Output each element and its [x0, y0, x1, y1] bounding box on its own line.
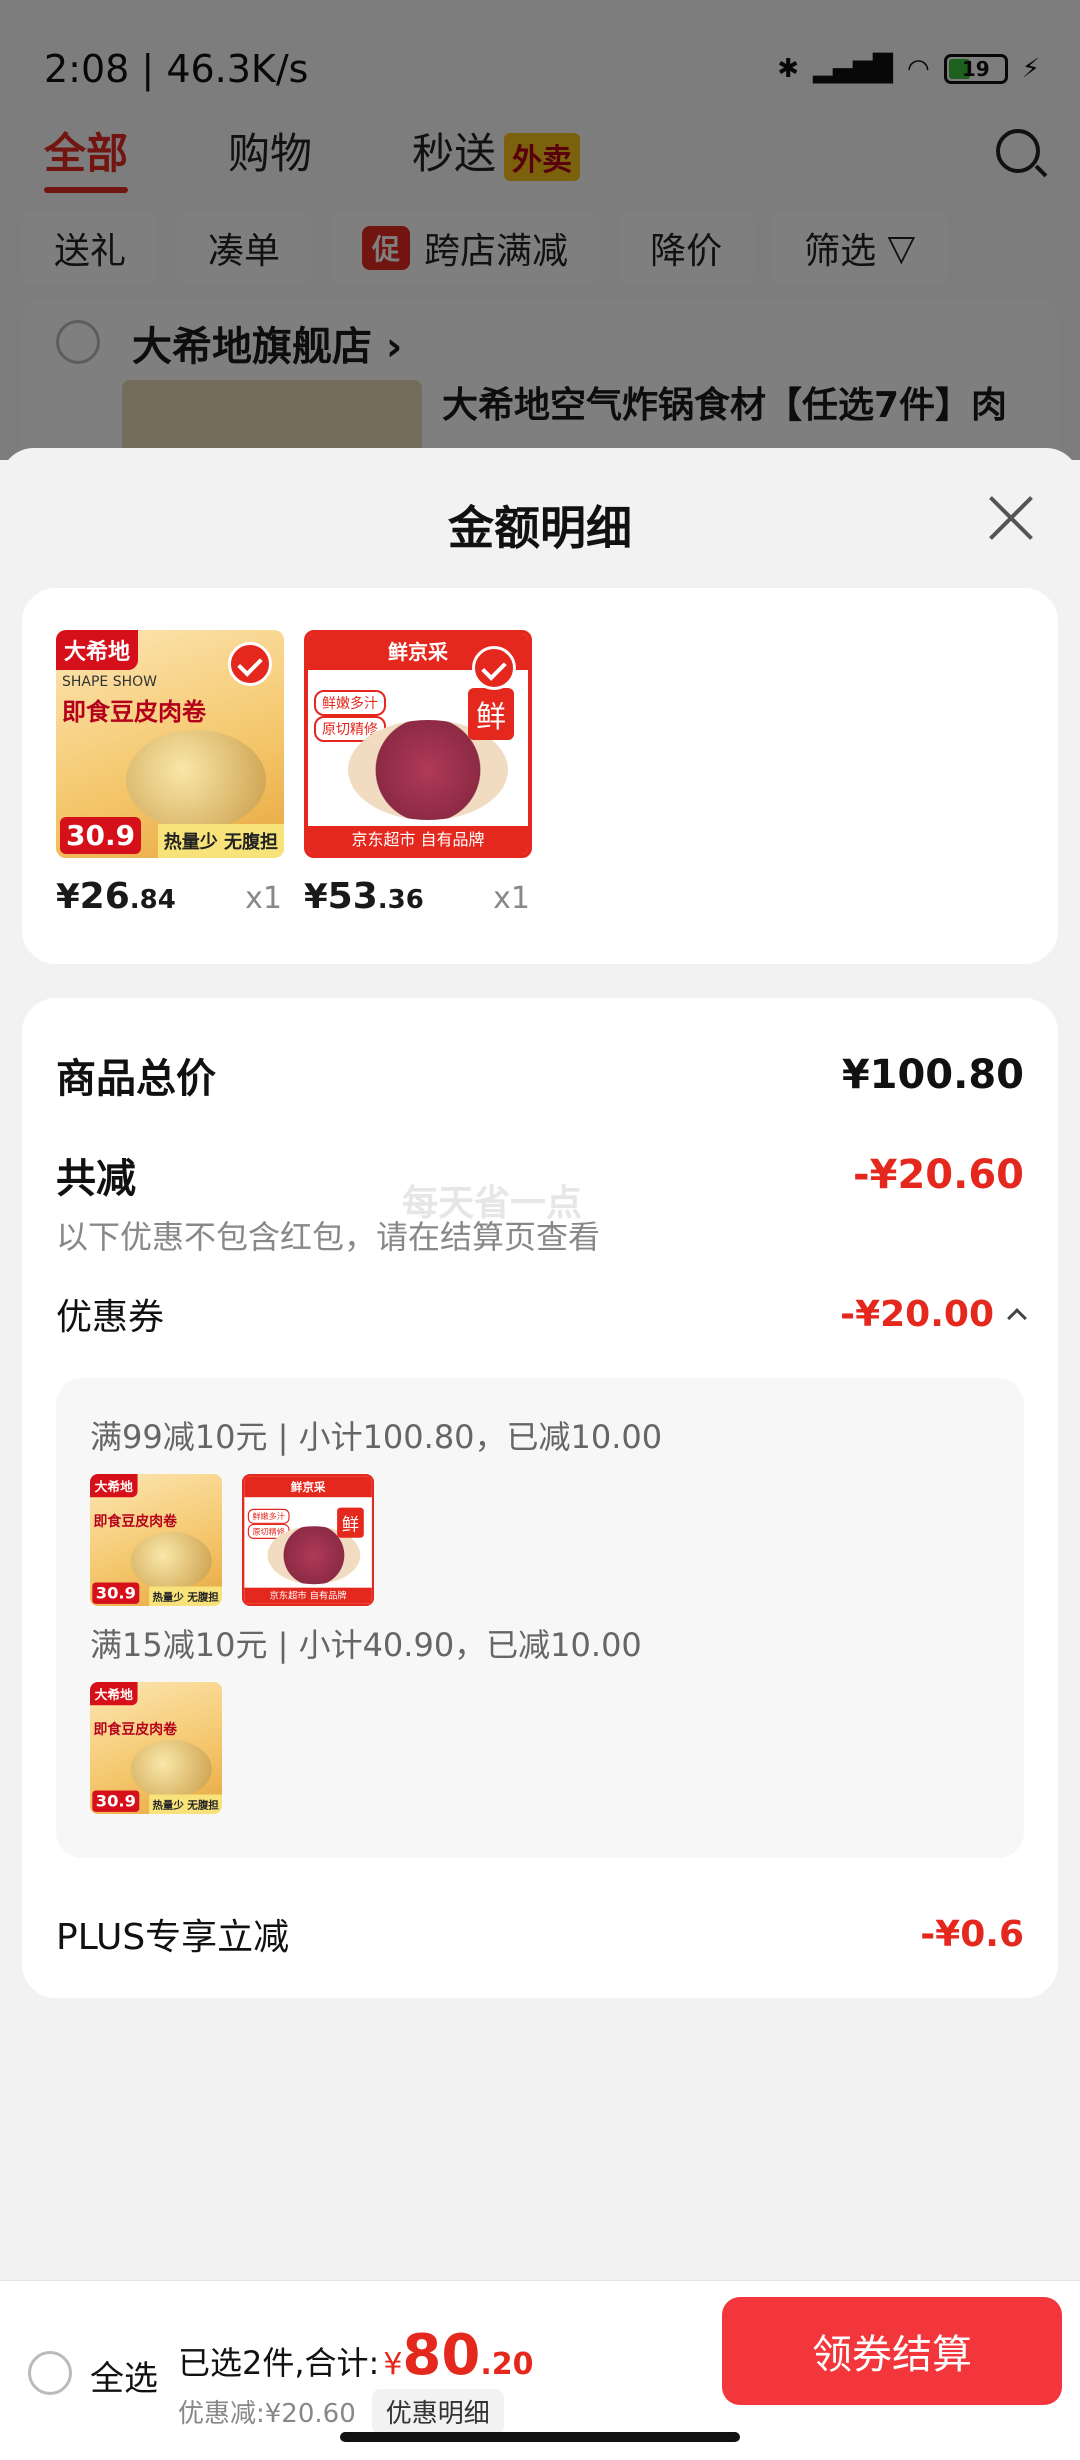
total-amount: 80 [402, 2323, 481, 2388]
coupon-value: -¥20.00 [840, 1293, 994, 1335]
discount-summary: 优惠减:¥20.60 优惠明细 [178, 2389, 504, 2434]
coupon-detail-line: 满15减10元 | 小计40.90，已减10.00 [90, 1626, 642, 1664]
chevron-up-icon [1007, 1308, 1027, 1328]
plus-label: PLUS专享立减 [56, 1917, 290, 1958]
coupon-row[interactable]: 优惠券 -¥20.00 [56, 1288, 1027, 1340]
product-image: 鲜京采 鲜嫩多汁 原切精修 鲜 京东超市 自有品牌 [304, 630, 532, 858]
close-icon[interactable] [986, 494, 1036, 544]
coupon-product-thumb: 鲜京采 鲜嫩多汁 原切精修 鲜 京东超市 自有品牌 [242, 1474, 374, 1606]
coupon-detail-box: 满99减10元 | 小计100.80，已减10.00 大希地 即食豆皮肉卷 30… [56, 1378, 1024, 1858]
product-qty: x1 [493, 881, 530, 916]
product-item[interactable]: 鲜京采 鲜嫩多汁 原切精修 鲜 京东超市 自有品牌 ¥ 53 .36 x1 [304, 630, 534, 917]
reduce-note: 以下优惠不包含红包，请在结算页查看 [56, 1218, 601, 1256]
sheet-title: 金额明细 [448, 501, 632, 555]
product-price: 53 [327, 876, 378, 917]
plus-value: -¥0.6 [920, 1913, 1024, 1955]
discount-detail-button[interactable]: 优惠明细 [371, 2389, 504, 2434]
reduce-label: 共减 [56, 1156, 136, 1202]
price-detail-card: 商品总价 ¥100.80 每天省一点 共减 -¥20.60 以下优惠不包含红包，… [22, 998, 1058, 1998]
total-value: ¥100.80 [841, 1052, 1024, 1098]
coupon-detail-line: 满99减10元 | 小计100.80，已减10.00 [90, 1418, 663, 1456]
product-image: 大希地 SHAPE SHOW 即食豆皮肉卷 30.9 热量少 无腹担 [56, 630, 284, 858]
amount-detail-sheet: 金额明细 大希地 SHAPE SHOW 即食豆皮肉卷 30.9 热量少 无腹担 … [0, 448, 1080, 2280]
products-card: 大希地 SHAPE SHOW 即食豆皮肉卷 30.9 热量少 无腹担 ¥ 26 … [22, 588, 1058, 964]
reduce-row: 共减 -¥20.60 [56, 1146, 1024, 1204]
checked-icon [228, 642, 272, 686]
home-indicator[interactable] [340, 2432, 740, 2442]
checkout-button[interactable]: 领券结算 [722, 2297, 1062, 2405]
checked-icon [472, 646, 516, 690]
product-price: 26 [79, 876, 130, 917]
coupon-label: 优惠券 [56, 1297, 165, 1338]
coupon-product-thumb: 大希地 即食豆皮肉卷 30.9 热量少 无腹担 [90, 1474, 222, 1606]
coupon-product-thumb: 大希地 即食豆皮肉卷 30.9 热量少 无腹担 [90, 1682, 222, 1814]
plus-row: PLUS专享立减 -¥0.6 [56, 1908, 1024, 1960]
select-all-label[interactable]: 全选 [90, 2351, 158, 2400]
product-item[interactable]: 大希地 SHAPE SHOW 即食豆皮肉卷 30.9 热量少 无腹担 ¥ 26 … [56, 630, 286, 917]
total-label: 商品总价 [56, 1056, 216, 1102]
reduce-value: -¥20.60 [853, 1152, 1024, 1198]
selected-summary: 已选2件,合计: ¥ 80 .20 [178, 2323, 534, 2388]
total-row: 商品总价 ¥100.80 [56, 1046, 1024, 1104]
product-qty: x1 [245, 881, 282, 916]
dim-overlay[interactable] [0, 0, 1080, 460]
select-all-radio[interactable] [28, 2351, 72, 2395]
